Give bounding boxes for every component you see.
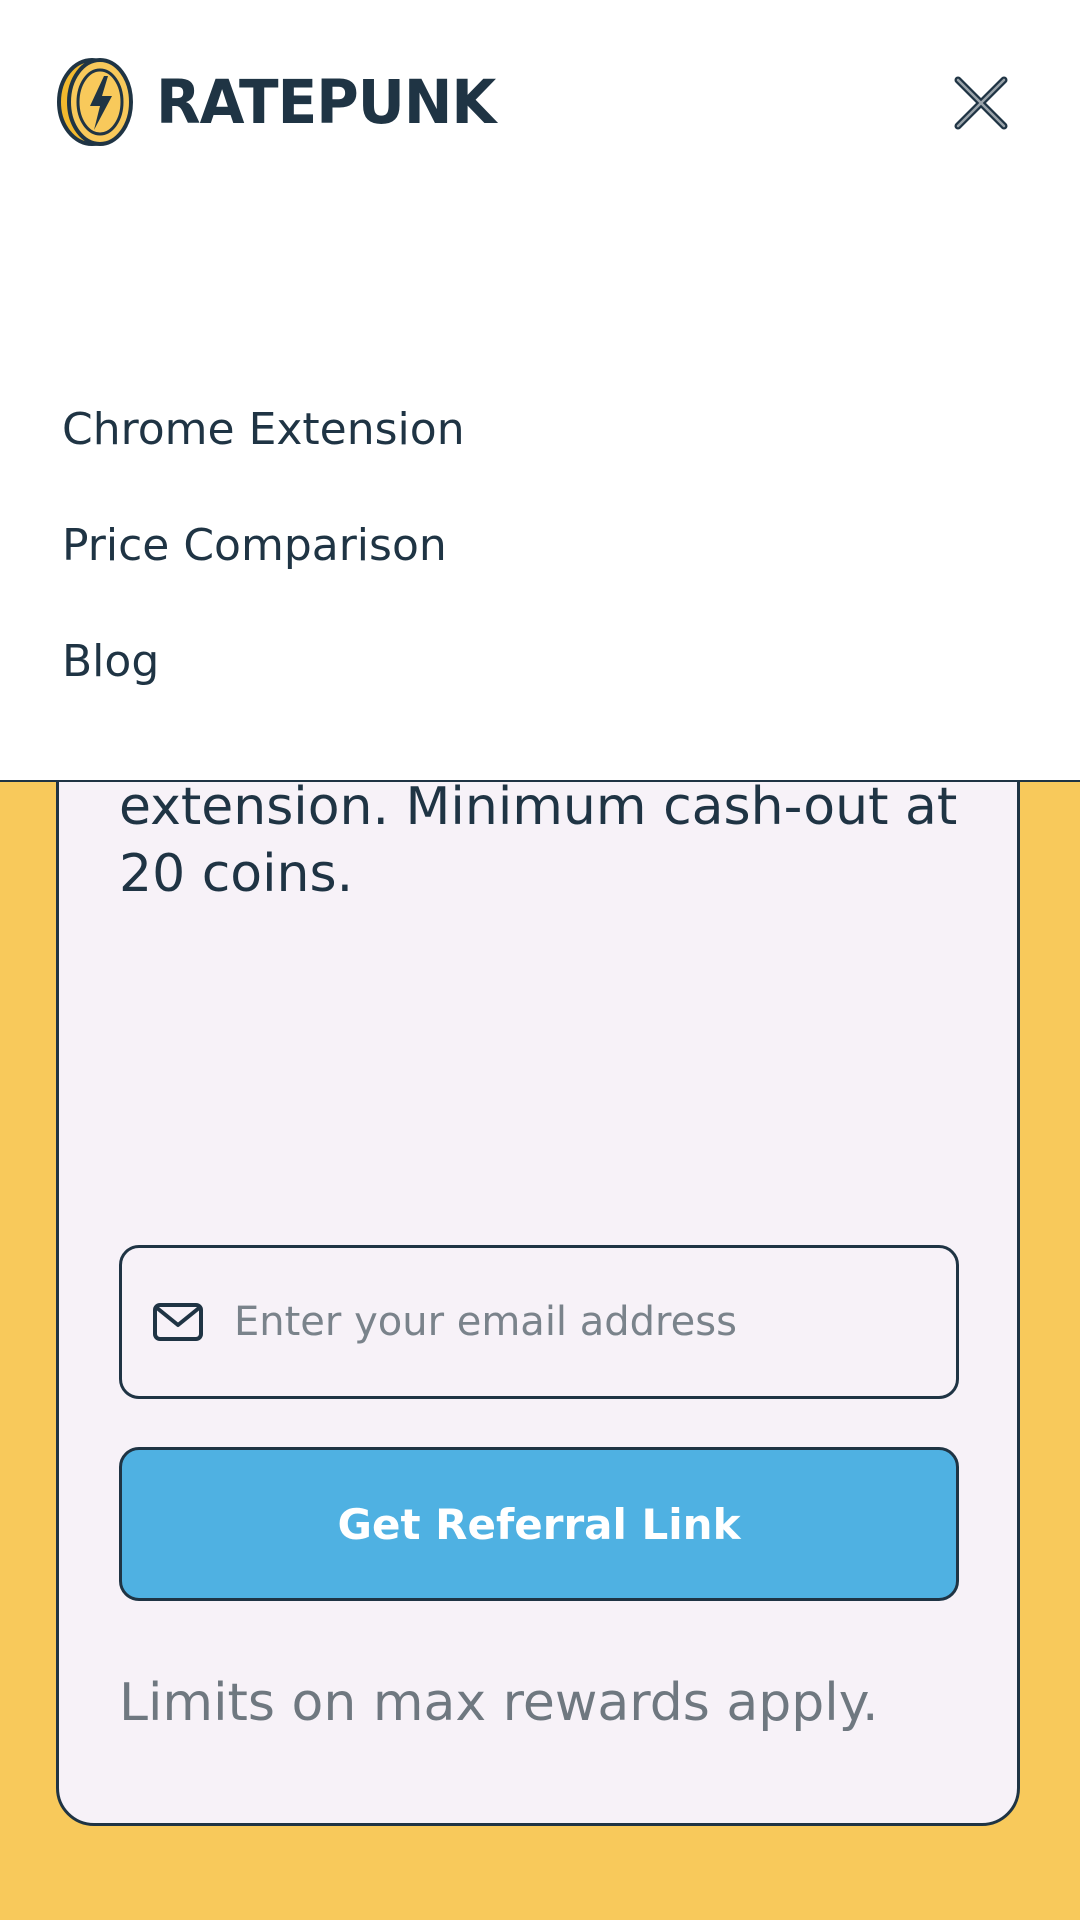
logo[interactable]: RATEPUNK — [56, 56, 496, 148]
nav-item-price-comparison[interactable]: Price Comparison — [62, 488, 465, 604]
nav-item-chrome-extension[interactable]: Chrome Extension — [62, 372, 465, 488]
main-nav: Chrome Extension Price Comparison Blog — [62, 372, 465, 720]
limits-note: Limits on max rewards apply. — [119, 1673, 879, 1733]
email-field[interactable] — [119, 1245, 959, 1399]
close-icon[interactable] — [950, 72, 1012, 134]
get-referral-link-button[interactable]: Get Referral Link — [119, 1447, 959, 1601]
mail-icon — [153, 1303, 203, 1341]
logo-text: RATEPUNK — [156, 66, 496, 138]
mobile-menu-overlay: RATEPUNK Chrome Extension Price Comparis… — [0, 0, 1080, 782]
nav-item-blog[interactable]: Blog — [62, 604, 465, 720]
lightning-coin-icon — [57, 58, 133, 146]
email-input[interactable] — [232, 1298, 936, 1346]
